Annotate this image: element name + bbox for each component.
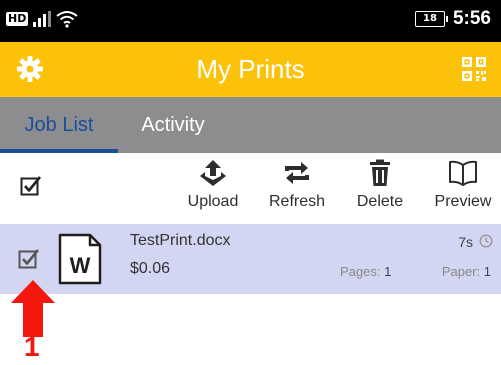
wifi-icon: [56, 11, 78, 28]
qr-code-icon[interactable]: [461, 56, 487, 82]
status-bar-left: HD: [6, 10, 78, 28]
annotation-number: 1: [24, 331, 40, 362]
trash-icon: [370, 159, 390, 186]
tab-activity-label: Activity: [141, 113, 205, 136]
clock-icon: [479, 234, 493, 248]
job-list-item[interactable]: W TestPrint.docx $0.06 7s Pages: 1 Paper…: [0, 224, 501, 294]
job-checkbox[interactable]: [18, 248, 40, 270]
signal-icon: [33, 11, 52, 27]
upload-icon: [200, 160, 226, 186]
preview-label: Preview: [434, 193, 492, 210]
tab-job-list-label: Job List: [24, 113, 94, 136]
job-paper: Paper: 1: [442, 264, 491, 279]
word-document-icon: W: [58, 233, 102, 285]
tab-activity[interactable]: Activity: [118, 97, 228, 153]
app-bar: My Prints: [0, 42, 501, 97]
tab-bar: Job List Activity: [0, 97, 501, 153]
page-title: My Prints: [196, 54, 305, 84]
delete-label: Delete: [356, 193, 404, 210]
job-paper-label: Paper:: [441, 264, 481, 279]
preview-button[interactable]: Preview: [423, 159, 501, 211]
battery-icon: 18: [414, 11, 448, 27]
tab-job-list[interactable]: Job List: [0, 97, 118, 153]
book-icon: [449, 160, 477, 186]
job-pages-value: 1: [384, 264, 392, 279]
hd-badge: HD: [6, 12, 29, 26]
status-time: 5:56: [452, 8, 491, 29]
select-all-checkbox[interactable]: [20, 175, 42, 197]
job-pages: Pages: 1: [340, 264, 391, 279]
svg-text:W: W: [70, 253, 91, 278]
action-toolbar: Upload Refresh Delete Preview: [0, 153, 501, 223]
job-file-name: TestPrint.docx: [130, 232, 231, 249]
upload-button[interactable]: Upload: [173, 159, 253, 211]
job-price: $0.06: [130, 260, 171, 277]
upload-label: Upload: [187, 193, 239, 210]
status-bar-right: 18 5:56: [414, 8, 491, 30]
annotation-arrow-icon: [11, 280, 55, 337]
job-paper-value: 1: [483, 264, 491, 279]
status-bar: HD 18 5:56: [0, 0, 501, 42]
delete-button[interactable]: Delete: [340, 159, 420, 211]
refresh-label: Refresh: [268, 193, 326, 210]
job-pages-label: Pages:: [340, 264, 381, 279]
refresh-icon: [285, 162, 309, 184]
battery-level: 18: [423, 13, 437, 24]
job-elapsed-time: 7s: [458, 234, 473, 250]
refresh-button[interactable]: Refresh: [257, 159, 337, 211]
